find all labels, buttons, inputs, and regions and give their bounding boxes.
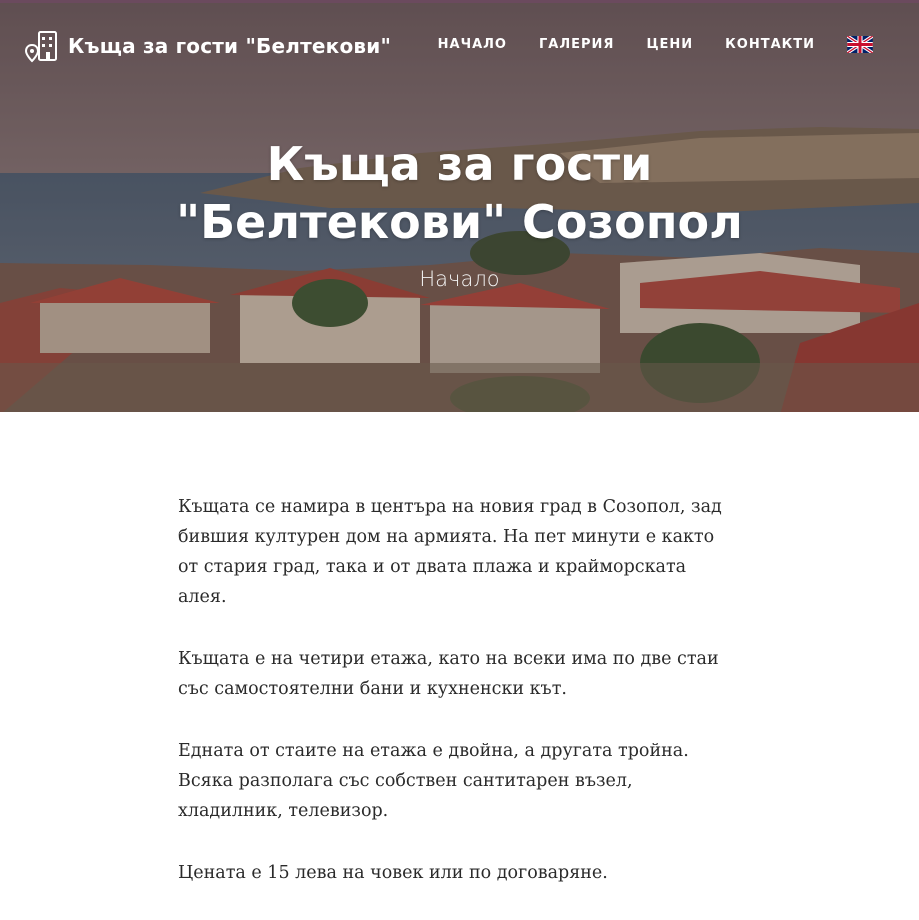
hero-title: Къща за гости "Белтекови" Созопол [176,137,743,249]
nav-link-contacts[interactable]: КОНТАКТИ [725,37,815,52]
hero-heading-block: Къща за гости "Белтекови" Созопол Начало [0,135,919,291]
brand-title: Къща за гости "Белтекови" [68,34,392,58]
brand-home-link[interactable]: Къща за гости "Белтекови" [25,29,391,63]
content-paragraph: Едната от стаите на етажа е двойна, а др… [178,741,689,821]
content-paragraph: Къщата е на четири етажа, като на всеки … [178,649,719,699]
nav-link-home[interactable]: НАЧАЛО [438,37,507,52]
hero-header: Къща за гости "Белтекови" НАЧАЛО ГАЛЕРИЯ… [0,0,919,412]
guesthouse-location-icon [25,31,57,63]
nav-link-prices[interactable]: ЦЕНИ [646,37,693,52]
uk-flag-icon[interactable] [847,36,873,53]
nav-link-gallery[interactable]: ГАЛЕРИЯ [539,37,614,52]
content-paragraph: Цената е 15 лева на човек или по договар… [178,863,608,883]
hero-subtitle: Начало [419,267,500,291]
nav-menu: НАЧАЛО ГАЛЕРИЯ ЦЕНИ КОНТАКТИ [406,36,873,53]
main-content: Къщата се намира в центъра на новия град… [178,492,738,920]
content-paragraph: Къщата се намира в центъра на новия град… [178,497,722,607]
top-navbar: Къща за гости "Белтекови" НАЧАЛО ГАЛЕРИЯ… [0,3,919,91]
